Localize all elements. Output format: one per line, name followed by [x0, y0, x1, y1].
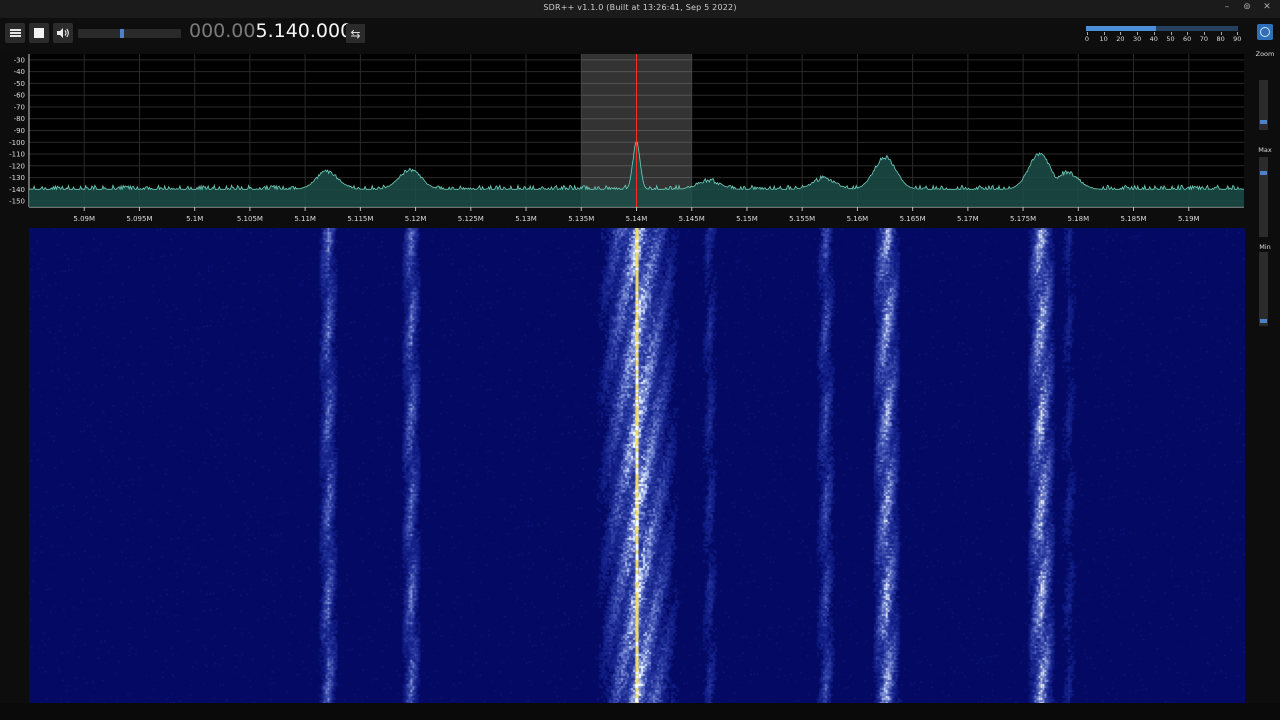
zoom-slider-handle[interactable]: [1260, 120, 1267, 125]
window-title: SDR++ v1.1.0 (Built at 13:26:41, Sep 5 2…: [543, 3, 737, 12]
snr-tick-label: 70: [1199, 35, 1209, 43]
x-tick-label: 5.135M: [568, 215, 594, 223]
frequency-digits[interactable]: 5.140.000: [255, 20, 352, 42]
snr-tick-label: 0: [1084, 35, 1090, 43]
x-tick-label: 5.15M: [736, 215, 758, 223]
hamburger-icon: [9, 28, 21, 39]
y-tick-label: -70: [14, 103, 25, 111]
y-tick-label: -80: [14, 115, 25, 123]
volume-slider[interactable]: [78, 29, 181, 38]
x-tick-label: 5.11M: [294, 215, 316, 223]
min-db-slider[interactable]: [1259, 252, 1268, 326]
snr-tick-label: 30: [1132, 35, 1142, 43]
maximize-icon[interactable]: ⊚: [1242, 2, 1252, 12]
y-tick-label: -140: [9, 186, 25, 194]
window-controls: – ⊚ ✕: [1222, 2, 1272, 12]
mute-button[interactable]: [53, 23, 73, 43]
waterfall-canvas[interactable]: [29, 228, 1245, 703]
play-stop-button[interactable]: [29, 23, 49, 43]
x-tick-label: 5.185M: [1120, 215, 1146, 223]
tuning-mode-button[interactable]: ⇆: [346, 24, 365, 43]
snr-tick-label: 60: [1183, 35, 1192, 43]
y-tick-label: -130: [9, 174, 25, 182]
volume-slider-handle[interactable]: [119, 29, 124, 38]
y-tick-label: -60: [14, 92, 25, 100]
y-tick-label: -120: [9, 162, 25, 170]
zoom-label: Zoom: [1255, 50, 1275, 58]
snr-tick-label: 10: [1099, 35, 1108, 43]
x-tick-label: 5.13M: [515, 215, 537, 223]
max-db-slider-handle[interactable]: [1260, 170, 1267, 175]
min-db-slider-handle[interactable]: [1260, 318, 1267, 323]
snr-tick-label: 40: [1149, 35, 1158, 43]
y-tick-label: -30: [14, 56, 25, 64]
x-tick-label: 5.12M: [405, 215, 427, 223]
snr-meter-fill: [1086, 26, 1156, 31]
bottom-panel: [0, 703, 1280, 720]
y-tick-label: -90: [14, 127, 25, 135]
x-tick-label: 5.115M: [347, 215, 373, 223]
snr-meter-bar: [1086, 26, 1238, 31]
x-tick-label: 5.1M: [186, 215, 203, 223]
y-tick-label: -50: [14, 80, 25, 88]
toolbar: 000.005.140.000 ⇆ 0 10 20 30 40 50 60 70 80 90: [0, 18, 1280, 50]
x-tick-label: 5.095M: [126, 215, 152, 223]
x-tick-label: 5.19M: [1178, 215, 1200, 223]
snr-tick-label: 20: [1116, 35, 1125, 43]
max-label: Max: [1258, 146, 1272, 154]
x-tick-label: 5.145M: [679, 215, 705, 223]
stop-square-icon: [34, 28, 44, 38]
close-icon[interactable]: ✕: [1262, 2, 1272, 12]
x-tick-label: 5.175M: [1010, 215, 1036, 223]
x-tick-label: 5.105M: [237, 215, 263, 223]
frequency-display[interactable]: 000.005.140.000: [189, 20, 352, 42]
x-tick-label: 5.125M: [458, 215, 484, 223]
x-tick-label: 5.09M: [73, 215, 95, 223]
waterfall-display[interactable]: [29, 228, 1245, 703]
x-tick-label: 5.17M: [957, 215, 979, 223]
speaker-icon: [57, 28, 69, 38]
zoom-slider[interactable]: [1259, 80, 1268, 130]
snr-tick-label: 90: [1233, 35, 1242, 43]
x-tick-label: 5.165M: [900, 215, 926, 223]
swap-arrows-icon: ⇆: [350, 26, 361, 41]
y-tick-label: -40: [14, 68, 25, 76]
y-tick-label: -110: [9, 151, 25, 159]
x-tick-label: 5.14M: [626, 215, 648, 223]
y-tick-label: -100: [9, 139, 25, 147]
fft-spectrum-plot[interactable]: -30 -40 -50 -60 -70 -80 -90 -100 -110 -120 -130 -14…: [0, 50, 1250, 228]
snr-tick-label: 80: [1216, 35, 1225, 43]
frequency-leading-digits[interactable]: 000.00: [189, 20, 255, 42]
snr-tick-label: 50: [1166, 35, 1175, 43]
max-db-slider[interactable]: [1259, 157, 1268, 237]
x-tick-label: 5.18M: [1067, 215, 1089, 223]
x-tick-label: 5.16M: [847, 215, 869, 223]
minimize-icon[interactable]: –: [1222, 2, 1232, 12]
snr-meter: 0 10 20 30 40 50 60 70 80 90: [1084, 25, 1242, 49]
y-tick-label: -150: [9, 198, 25, 206]
menu-button[interactable]: [5, 23, 25, 43]
x-tick-label: 5.155M: [789, 215, 815, 223]
app-logo-icon: [1257, 24, 1273, 40]
min-label: Min: [1259, 243, 1271, 251]
window-titlebar: SDR++ v1.1.0 (Built at 13:26:41, Sep 5 2…: [0, 0, 1280, 19]
display-sliders: Zoom Max Min: [1250, 50, 1280, 710]
